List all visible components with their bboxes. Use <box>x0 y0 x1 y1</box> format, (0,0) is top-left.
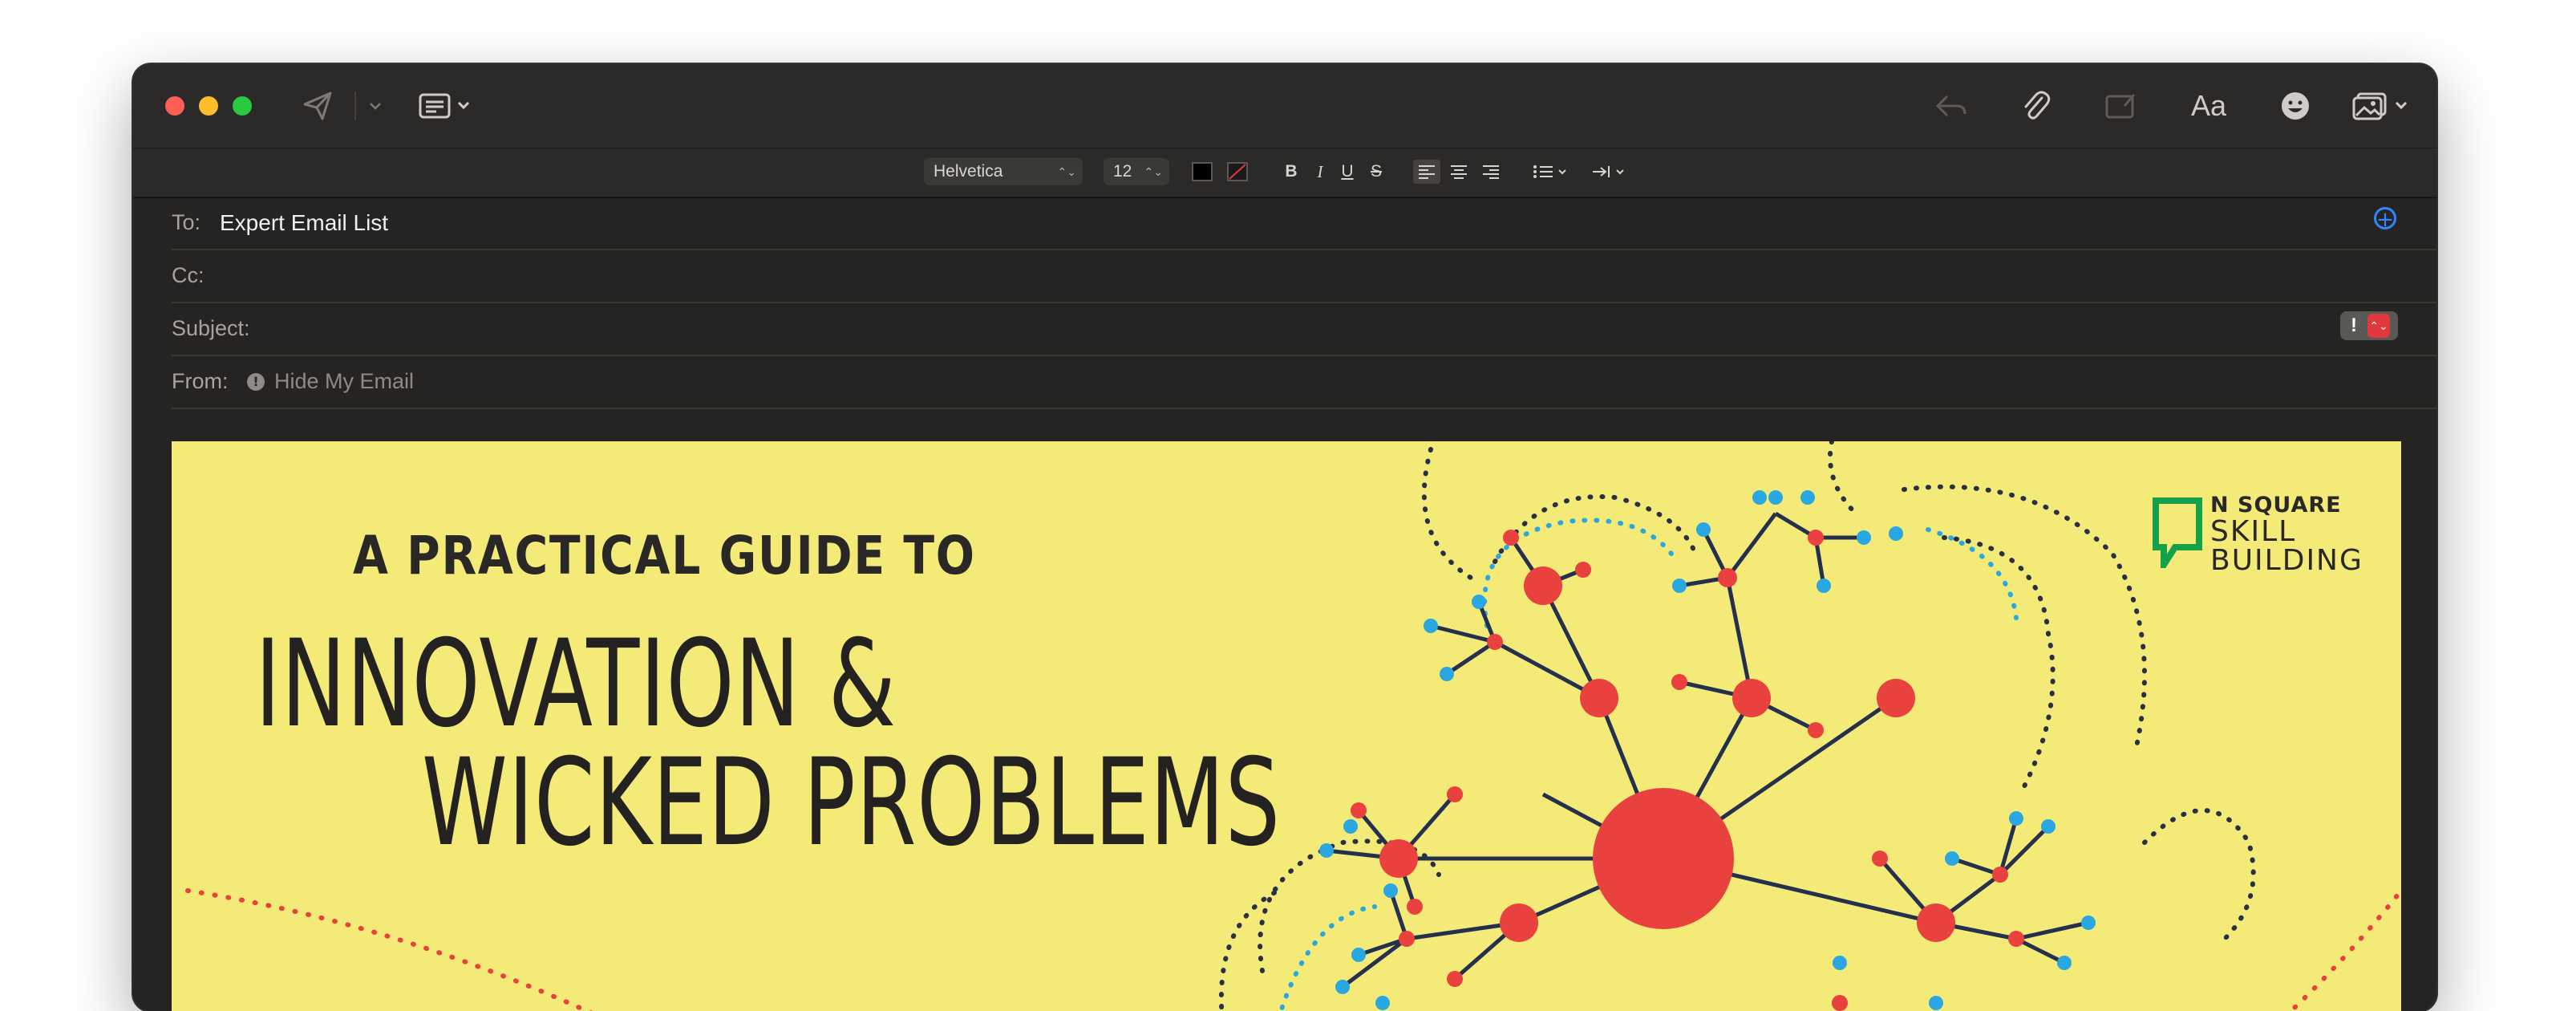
align-right-icon[interactable] <box>1477 160 1505 184</box>
font-size-select[interactable]: 12 ⌃⌄ <box>1104 158 1169 185</box>
format-bar: Helvetica ⌃⌄ 12 ⌃⌄ B I U S <box>133 148 2436 198</box>
logo-line1: N SQUARE <box>2210 493 2342 518</box>
paperclip-icon[interactable] <box>2018 87 2053 125</box>
emoji-icon[interactable] <box>2278 88 2313 124</box>
logo-line3: BUILDING <box>2210 544 2363 577</box>
underline-button[interactable]: U <box>1336 160 1359 184</box>
bold-button[interactable]: B <box>1280 160 1302 184</box>
minimize-window-button[interactable] <box>199 96 218 116</box>
italic-button[interactable]: I <box>1309 160 1331 184</box>
logo-text: N SQUARE SKILL BUILDING <box>2210 493 2363 575</box>
priority-symbol: ! <box>2351 315 2357 336</box>
cc-label: Cc: <box>172 263 205 287</box>
toolbar: Aa <box>133 64 2436 148</box>
up-down-icon: ⌃⌄ <box>2367 314 2390 338</box>
markup-icon[interactable] <box>2103 88 2140 124</box>
n-square-logo-icon <box>2153 497 2202 568</box>
photo-browser-icon[interactable] <box>2351 88 2412 124</box>
font-panel-icon[interactable]: Aa <box>2185 87 2233 125</box>
to-field[interactable]: Expert Email List <box>220 210 388 236</box>
reply-icon[interactable] <box>1931 88 1970 124</box>
add-contact-button[interactable]: + <box>2374 207 2396 230</box>
to-field-row: To: Expert Email List + <box>172 196 2436 250</box>
from-value: Hide My Email <box>274 369 415 393</box>
from-field-row: From: ! Hide My Email <box>172 355 2436 409</box>
strikethrough-button[interactable]: S <box>1365 160 1387 184</box>
from-selector[interactable]: ! Hide My Email <box>247 369 414 394</box>
font-family-select[interactable]: Helvetica ⌃⌄ <box>924 158 1083 185</box>
message-banner-image: A PRACTICAL GUIDE TO INNOVATION & WICKED… <box>172 441 2401 1011</box>
background-color-swatch[interactable] <box>1227 162 1248 181</box>
info-icon: ! <box>247 372 265 391</box>
subject-label: Subject: <box>172 316 250 340</box>
from-label: From: <box>172 369 229 393</box>
text-color-swatch[interactable] <box>1192 162 1213 181</box>
mail-compose-window: Aa Helvetica ⌃⌄ 12 ⌃⌄ B I U S To: Expert… <box>133 64 2436 1011</box>
header-fields-icon[interactable] <box>417 88 473 124</box>
font-size-value: 12 <box>1113 162 1132 181</box>
chevron-down-icon[interactable] <box>366 96 385 116</box>
to-label: To: <box>172 210 201 234</box>
up-down-icon: ⌃⌄ <box>1144 165 1163 178</box>
cc-field-row: Cc: <box>172 249 2436 303</box>
priority-selector[interactable]: ! ⌃⌄ <box>2340 311 2398 340</box>
close-window-button[interactable] <box>165 96 184 116</box>
banner-title-line2: WICKED PROBLEMS <box>422 733 1281 873</box>
logo-line2: SKILL <box>2210 515 2297 548</box>
list-style-icon[interactable] <box>1532 160 1574 184</box>
toolbar-divider <box>354 91 356 120</box>
indent-icon[interactable] <box>1591 160 1633 184</box>
send-icon[interactable] <box>300 88 335 124</box>
align-center-icon[interactable] <box>1445 160 1472 184</box>
font-family-value: Helvetica <box>934 162 1003 181</box>
up-down-icon: ⌃⌄ <box>1057 165 1076 178</box>
zoom-window-button[interactable] <box>233 96 252 116</box>
align-left-icon[interactable] <box>1413 160 1440 184</box>
banner-kicker: A PRACTICAL GUIDE TO <box>353 525 976 587</box>
subject-field-row: Subject: ! ⌃⌄ <box>172 302 2436 356</box>
